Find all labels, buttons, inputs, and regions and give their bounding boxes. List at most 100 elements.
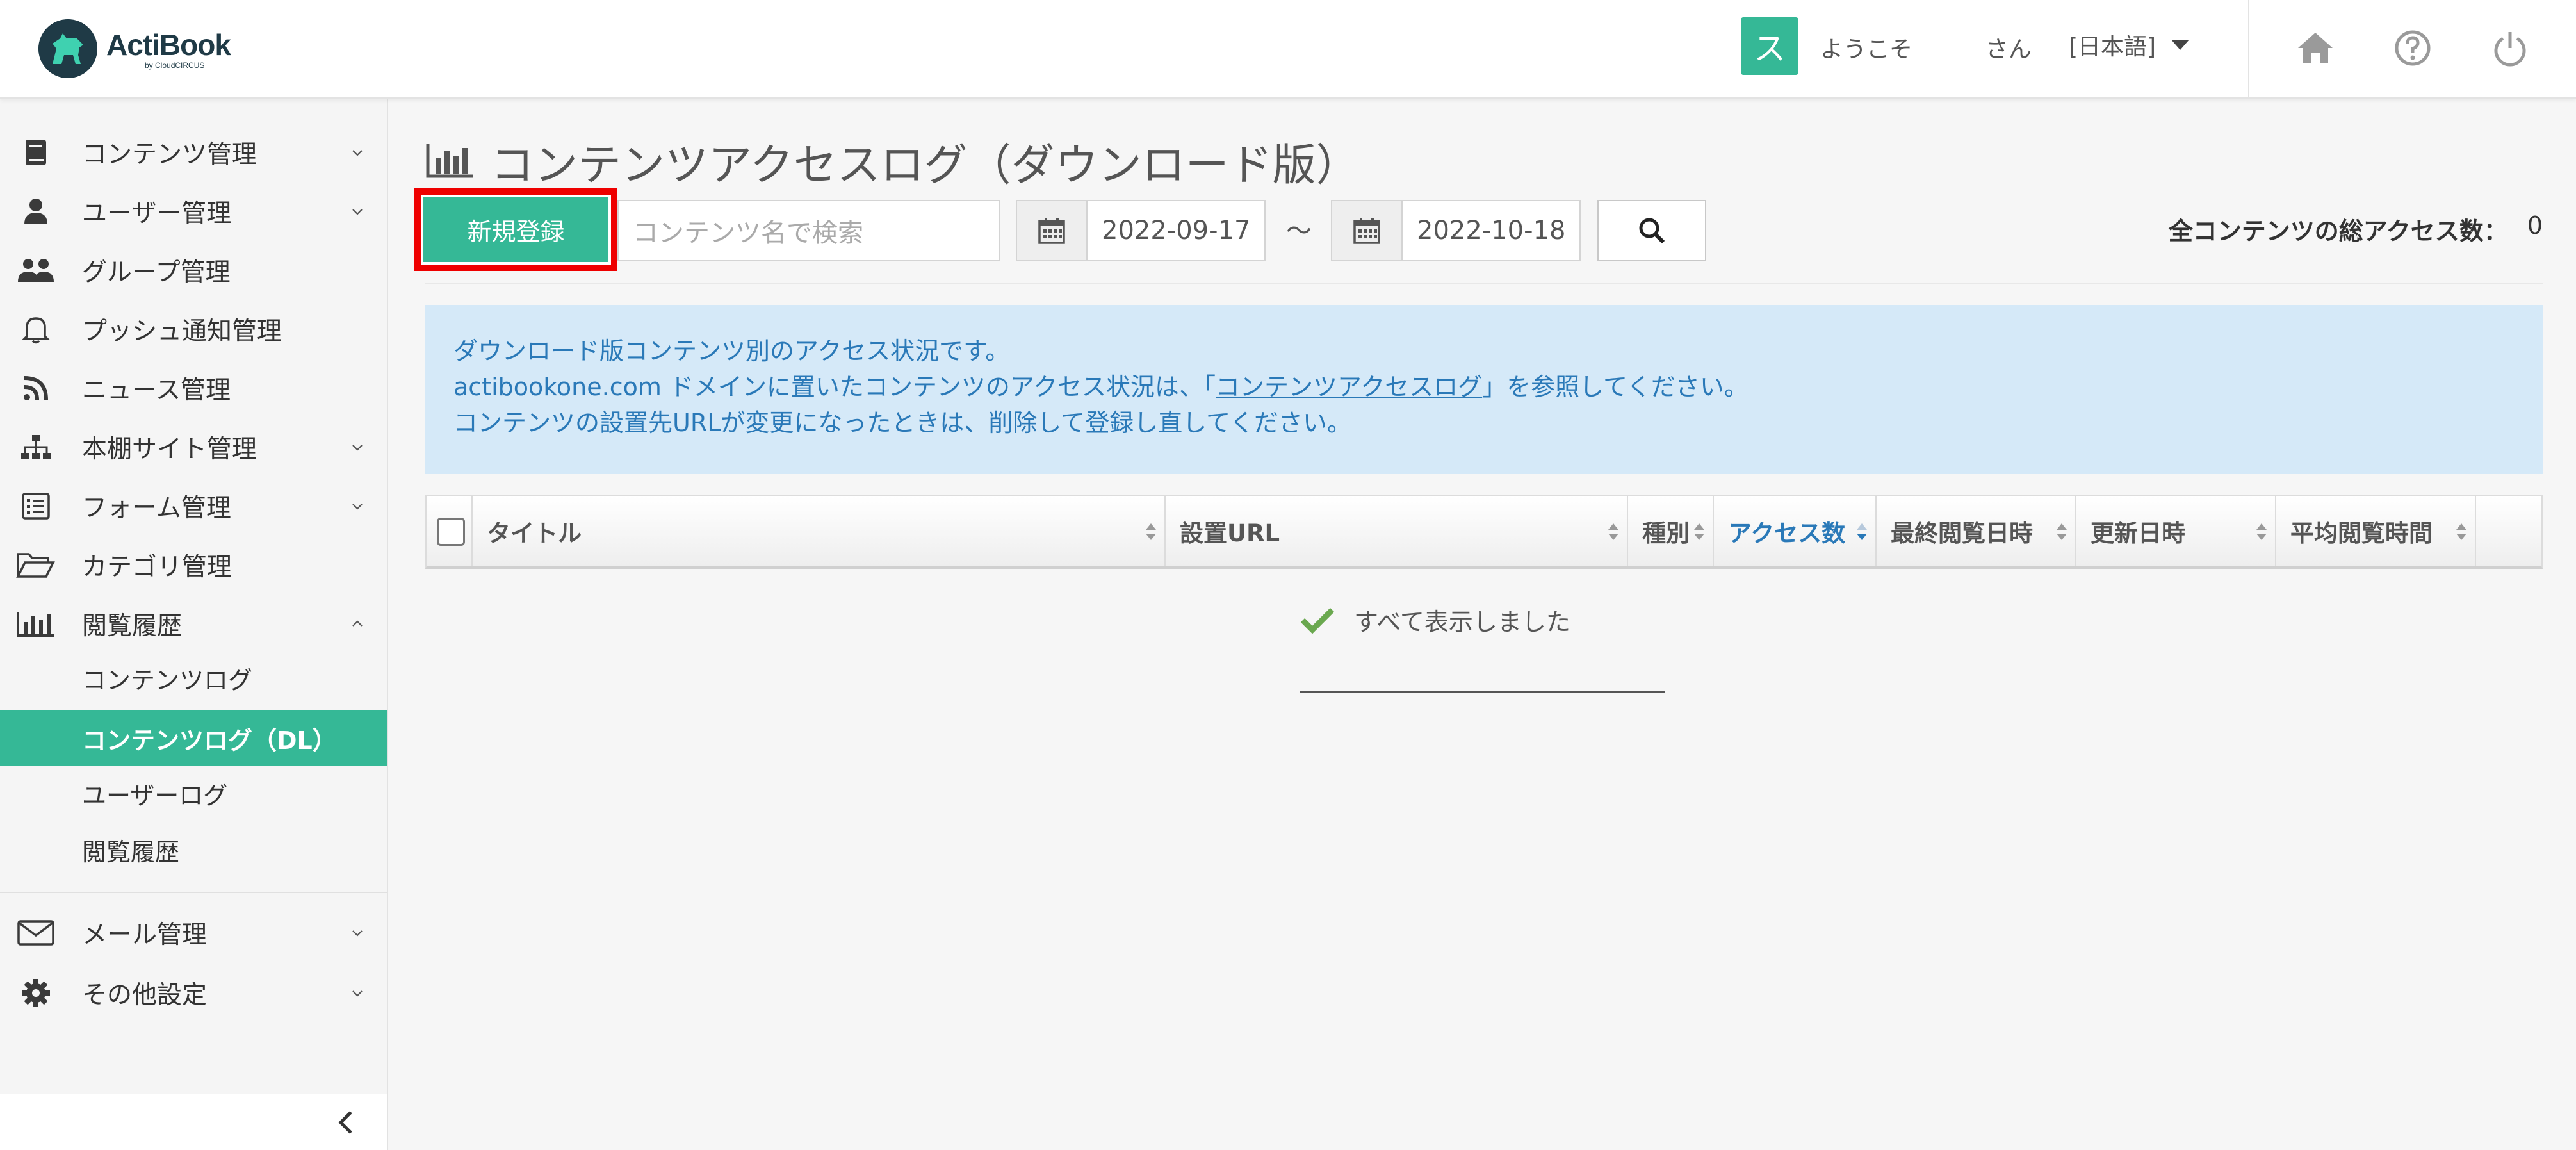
folder-icon [15,545,56,586]
collapse-sidebar-icon[interactable] [333,1108,359,1137]
all-shown-message: すべて表示しました [1300,602,1570,637]
date-to-field[interactable]: 2022-10-18 [1331,200,1581,261]
mail-icon [15,912,56,953]
info-notice: ダウンロード版コンテンツ別のアクセス状況です。 actibookone.com … [425,305,2543,474]
sort-icon [2256,523,2267,540]
sidebar-item-label: ニュース管理 [82,376,231,405]
actibook-logo[interactable]: ActiBook by CloudCIRCUS [38,17,231,81]
column-type[interactable]: 種別 [1628,496,1714,566]
language-label: [日本語] [2069,34,2156,60]
page-title: コンテンツアクセスログ（ダウンロード版） [425,132,1360,191]
bar-chart-icon [426,144,473,178]
rss-icon [15,368,56,409]
user-avatar[interactable]: ス [1741,17,1798,75]
chevron-up-icon [352,620,363,627]
all-shown-text: すべて表示しました [1354,608,1570,636]
date-range-separator: ～ [1286,217,1312,246]
chevron-down-icon [352,504,363,510]
calendar-icon[interactable] [1331,200,1401,261]
sidebar-item-content[interactable]: コンテンツ管理 [0,123,387,182]
checkmark-icon [1300,607,1335,634]
sidebar-subitem-content-log[interactable]: コンテンツログ [0,650,387,706]
total-access-label: 全コンテンツの総アクセス数： [2168,217,2508,245]
sidebar-item-history[interactable]: 閲覧履歴 [0,595,387,653]
book-icon [15,132,56,173]
notice-line: コンテンツの設置先URLが変更になったときは、削除して登録し直してください。 [453,409,1351,437]
sidebar-item-label: メール管理 [82,921,208,949]
users-icon [15,250,56,291]
logo-name: ActiBook [106,28,231,62]
search-button[interactable] [1597,200,1706,261]
sidebar-item-label: 本棚サイト管理 [82,435,257,464]
sidebar-subitem-view-history[interactable]: 閲覧履歴 [0,821,387,878]
help-icon[interactable] [2390,26,2435,70]
home-icon[interactable] [2293,26,2338,70]
form-icon [15,486,56,527]
logo-sub: by CloudCIRCUS [145,61,205,70]
sidebar-subitem-label: コンテンツログ（DL） [82,726,337,755]
sidebar-item-label: プッシュ通知管理 [82,317,282,346]
bar-chart-icon [15,604,56,645]
sidebar-item-settings[interactable]: その他設定 [0,964,387,1023]
sidebar-item-label: カテゴリ管理 [82,553,232,582]
sort-icon [2456,523,2466,540]
sidebar-item-forms[interactable]: フォーム管理 [0,477,387,536]
sidebar-divider [0,892,387,893]
all-shown-underline [1300,691,1665,693]
sort-icon [1608,523,1618,540]
search-icon [1639,218,1665,244]
sort-icon [1146,523,1156,540]
language-selector[interactable]: [日本語] [2069,28,2190,62]
sidebar-subitem-label: コンテンツログ [82,666,253,694]
horse-logo-icon [38,19,97,78]
sidebar-subitem-label: ユーザーログ [82,781,228,810]
column-last-viewed[interactable]: 最終閲覧日時 [1877,496,2076,566]
sidebar: コンテンツ管理 ユーザー管理 グループ管理 プッシュ通知管理 ニュース管理 本棚… [0,99,388,1150]
calendar-icon[interactable] [1016,200,1086,261]
sidebar-item-label: その他設定 [82,981,208,1010]
date-to-value[interactable]: 2022-10-18 [1401,200,1581,261]
sidebar-item-category[interactable]: カテゴリ管理 [0,536,387,595]
sidebar-item-users[interactable]: ユーザー管理 [0,182,387,241]
new-register-button-highlight[interactable]: 新規登録 [414,188,617,271]
header-divider [2248,0,2249,99]
notice-line: ダウンロード版コンテンツ別のアクセス状況です。 [453,337,1010,365]
sidebar-item-groups[interactable]: グループ管理 [0,241,387,300]
sidebar-item-mail[interactable]: メール管理 [0,903,387,962]
column-updated[interactable]: 更新日時 [2076,496,2276,566]
sidebar-subitem-label: 閲覧履歴 [82,837,180,866]
page-title-text: コンテンツアクセスログ（ダウンロード版） [491,140,1360,191]
sidebar-item-label: コンテンツ管理 [82,140,257,169]
column-access-count[interactable]: アクセス数 [1714,496,1877,566]
chevron-down-icon [352,445,363,451]
gear-icon [15,973,56,1014]
column-url[interactable]: 設置URL [1166,496,1628,566]
sidebar-item-label: ユーザー管理 [82,199,232,228]
honorific-text: さん [1985,37,2032,63]
caret-down-icon [2171,40,2190,50]
top-header: ActiBook by CloudCIRCUS ス ようこそ さん [日本語] [0,0,2576,99]
sidebar-item-news[interactable]: ニュース管理 [0,359,387,418]
toolbar-divider [425,283,2543,284]
date-from-value[interactable]: 2022-09-17 [1086,200,1266,261]
content-access-log-link[interactable]: コンテンツアクセスログ [1216,373,1482,401]
sidebar-subitem-user-log[interactable]: ユーザーログ [0,765,387,821]
new-register-button[interactable]: 新規登録 [423,197,608,262]
select-all-checkbox[interactable] [437,518,465,546]
sidebar-item-push[interactable]: プッシュ通知管理 [0,300,387,359]
sidebar-footer [0,1094,387,1150]
sidebar-item-bookshelf[interactable]: 本棚サイト管理 [0,418,387,477]
sidebar-item-label: 閲覧履歴 [82,612,183,641]
total-access-value: 0 [2527,211,2543,240]
sort-icon [2057,523,2067,540]
date-from-field[interactable]: 2022-09-17 [1016,200,1266,261]
power-icon[interactable] [2488,26,2532,70]
bell-icon [15,309,56,350]
sort-desc-icon [1857,523,1867,540]
sitemap-icon [15,427,56,468]
chevron-down-icon [352,150,363,156]
sidebar-subitem-content-log-dl[interactable]: コンテンツログ（DL） [0,710,387,766]
content-search-input[interactable]: コンテンツ名で検索 [617,200,1000,261]
column-avg-view-time[interactable]: 平均閲覧時間 [2276,496,2476,566]
column-title[interactable]: タイトル [473,496,1166,566]
